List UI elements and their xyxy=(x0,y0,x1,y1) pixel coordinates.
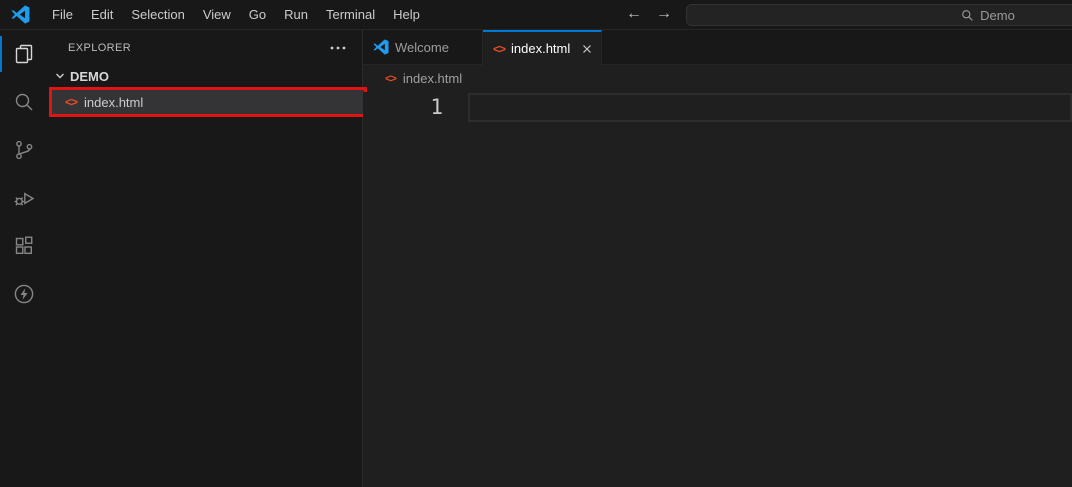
search-icon xyxy=(12,90,36,114)
command-center-search[interactable]: Demo xyxy=(686,4,1072,26)
breadcrumb: <> index.html xyxy=(363,65,1072,92)
vscode-logo-icon xyxy=(373,39,389,55)
back-arrow-icon[interactable]: ← xyxy=(622,0,646,30)
menu-selection[interactable]: Selection xyxy=(122,0,193,30)
file-name: index.html xyxy=(84,95,143,110)
menu-file[interactable]: File xyxy=(43,0,82,30)
tab-label: Welcome xyxy=(395,40,449,55)
file-item-index-html[interactable]: <> index.html xyxy=(52,90,364,114)
code-editor[interactable]: 1 xyxy=(363,92,1072,487)
editor-group: Welcome <> index.html <> index.html 1 xyxy=(363,30,1072,487)
activity-search[interactable] xyxy=(0,78,48,126)
folder-name: DEMO xyxy=(70,69,109,84)
activity-explorer[interactable] xyxy=(0,30,48,78)
sidebar-header: EXPLORER xyxy=(48,30,362,65)
explorer-sidebar: EXPLORER DEMO <> index.html xyxy=(48,30,363,487)
files-icon xyxy=(12,42,36,66)
titlebar: File Edit Selection View Go Run Terminal… xyxy=(0,0,1072,30)
menu-go[interactable]: Go xyxy=(240,0,275,30)
close-tab-icon[interactable] xyxy=(580,42,594,56)
activity-lightning-extension[interactable] xyxy=(0,270,48,318)
git-branch-icon xyxy=(12,138,36,162)
tab-bar: Welcome <> index.html xyxy=(363,30,1072,65)
workbench: EXPLORER DEMO <> index.html xyxy=(0,30,1072,487)
html-file-icon: <> xyxy=(493,42,505,56)
annotation-highlight-box: <> index.html xyxy=(49,87,367,117)
tab-welcome[interactable]: Welcome xyxy=(363,30,483,65)
chevron-down-icon xyxy=(52,68,68,84)
debug-play-icon xyxy=(12,186,36,210)
tab-bar-empty-space xyxy=(602,30,1072,65)
activity-extensions[interactable] xyxy=(0,222,48,270)
menu-run[interactable]: Run xyxy=(275,0,317,30)
html-file-icon: <> xyxy=(385,73,396,85)
tab-index-html[interactable]: <> index.html xyxy=(483,30,602,65)
more-actions-icon[interactable] xyxy=(328,42,348,54)
menu-help[interactable]: Help xyxy=(384,0,429,30)
menu-view[interactable]: View xyxy=(194,0,240,30)
folder-section-demo[interactable]: DEMO xyxy=(48,65,362,87)
activity-run-debug[interactable] xyxy=(0,174,48,222)
command-center-text: Demo xyxy=(980,8,1015,23)
menu-terminal[interactable]: Terminal xyxy=(317,0,384,30)
menu-edit[interactable]: Edit xyxy=(82,0,122,30)
menubar: File Edit Selection View Go Run Terminal… xyxy=(43,0,429,30)
activity-source-control[interactable] xyxy=(0,126,48,174)
line-number: 1 xyxy=(363,93,443,122)
current-line-highlight xyxy=(468,93,1072,122)
forward-arrow-icon[interactable]: → xyxy=(652,0,676,30)
activity-bar xyxy=(0,30,48,487)
html-file-icon: <> xyxy=(65,95,77,109)
lightning-circle-icon xyxy=(12,282,36,306)
vscode-logo-icon xyxy=(11,5,30,24)
breadcrumb-item-file[interactable]: index.html xyxy=(403,71,462,86)
sidebar-title: EXPLORER xyxy=(68,42,328,54)
search-icon xyxy=(961,9,974,22)
tab-label: index.html xyxy=(511,41,570,56)
extensions-icon xyxy=(12,234,36,258)
